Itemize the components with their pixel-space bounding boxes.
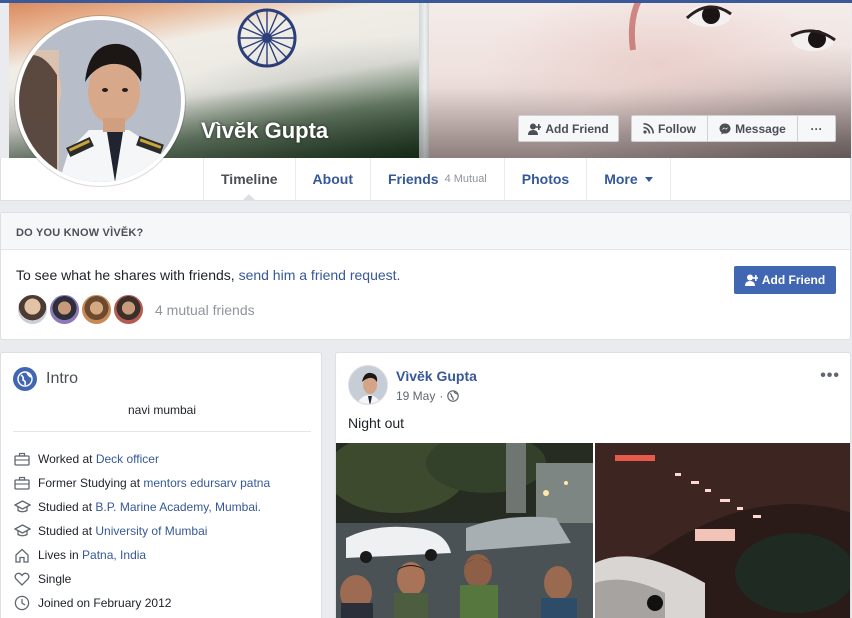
intro-row-text: Worked at bbox=[38, 452, 93, 466]
add-friend-primary-button[interactable]: Add Friend bbox=[734, 266, 836, 294]
intro-row-text: Lives in bbox=[38, 548, 79, 562]
profile-picture[interactable] bbox=[15, 16, 185, 186]
intro-row-link[interactable]: mentors edursarv patna bbox=[143, 476, 270, 490]
top-accent-line bbox=[0, 0, 852, 3]
intro-row-text: Former Studying at bbox=[38, 476, 141, 490]
do-you-know-heading: DO YOU KNOW VÌVĔK? bbox=[1, 213, 850, 250]
ellipsis-icon: ··· bbox=[810, 121, 823, 136]
intro-row-link[interactable]: Patna, India bbox=[82, 548, 146, 562]
tab-timeline-label: Timeline bbox=[221, 171, 278, 187]
post-author[interactable]: Vìvĕk Gupta bbox=[396, 368, 477, 384]
clock-icon bbox=[13, 594, 31, 612]
intro-row-link[interactable]: B.P. Marine Academy, Mumbai. bbox=[95, 500, 261, 514]
intro-details-list: Worked at Deck officer Former Studying a… bbox=[13, 447, 270, 615]
mutual-friends-link[interactable]: 4 mutual friends bbox=[155, 302, 255, 318]
intro-card: Intro navi mumbai Worked at Deck officer… bbox=[0, 352, 322, 618]
mutual-friend-avatar[interactable] bbox=[112, 293, 145, 326]
chevron-down-icon bbox=[644, 176, 653, 182]
post-text: Night out bbox=[348, 415, 405, 431]
tab-friends[interactable]: Friends 4 Mutual bbox=[369, 158, 504, 200]
avatar-portrait-graphic bbox=[19, 20, 181, 182]
graduation-cap-icon bbox=[13, 498, 31, 516]
avatar bbox=[19, 20, 181, 182]
timeline-post: Vìvĕk Gupta 19 May · ••• Night out bbox=[335, 352, 851, 618]
messenger-icon bbox=[719, 123, 731, 134]
add-friend-label: Add Friend bbox=[545, 121, 609, 136]
message-button[interactable]: Message bbox=[708, 116, 798, 141]
friend-request-prompt: To see what he shares with friends, send… bbox=[16, 267, 400, 283]
intro-bio: navi mumbai bbox=[127, 403, 197, 417]
cover-eye-graphic bbox=[685, 5, 732, 27]
heart-icon bbox=[13, 570, 31, 588]
follow-label: Follow bbox=[658, 121, 696, 136]
briefcase-icon bbox=[13, 474, 31, 492]
globe-icon bbox=[13, 367, 37, 391]
mutual-friend-avatar[interactable] bbox=[16, 293, 49, 326]
home-icon bbox=[13, 546, 31, 564]
intro-row-lives: Lives in Patna, India bbox=[13, 543, 270, 567]
intro-divider bbox=[13, 431, 311, 432]
intro-row-text: Studied at bbox=[38, 524, 93, 538]
night-group-photo-graphic bbox=[336, 443, 593, 618]
night-street-photo-graphic bbox=[595, 443, 850, 618]
tab-more-label: More bbox=[604, 171, 638, 187]
intro-row-education: Studied at University of Mumbai bbox=[13, 519, 270, 543]
intro-row-link[interactable]: University of Mumbai bbox=[95, 524, 207, 538]
post-date[interactable]: 19 May bbox=[396, 389, 435, 403]
add-friend-primary-label: Add Friend bbox=[761, 273, 826, 287]
intro-row-text: Single bbox=[38, 572, 72, 586]
cover-eye-graphic bbox=[790, 29, 836, 51]
post-photo[interactable] bbox=[336, 443, 593, 618]
post-meta: 19 May · bbox=[396, 389, 460, 403]
meta-separator: · bbox=[439, 389, 444, 403]
tab-more[interactable]: More bbox=[586, 158, 671, 200]
follow-button[interactable]: Follow bbox=[632, 116, 708, 141]
intro-row-relationship: Single bbox=[13, 567, 270, 591]
tab-timeline[interactable]: Timeline bbox=[203, 158, 295, 201]
do-you-know-card: DO YOU KNOW VÌVĔK? To see what he shares… bbox=[0, 212, 851, 340]
tab-about-label: About bbox=[312, 171, 353, 187]
profile-actions-group: Follow Message ··· bbox=[631, 115, 836, 142]
rss-icon bbox=[643, 123, 654, 134]
public-globe-icon[interactable] bbox=[447, 390, 460, 402]
intro-row-education: Studied at B.P. Marine Academy, Mumbai. bbox=[13, 495, 270, 519]
profile-name[interactable]: Vìvĕk Gupta bbox=[201, 118, 328, 144]
mutual-friend-avatar[interactable] bbox=[48, 293, 81, 326]
tab-friends-label: Friends bbox=[387, 171, 439, 187]
post-options-icon[interactable]: ••• bbox=[820, 367, 840, 385]
tab-about[interactable]: About bbox=[294, 158, 370, 200]
add-person-icon bbox=[744, 274, 758, 286]
mutual-friend-avatar[interactable] bbox=[80, 293, 113, 326]
briefcase-icon bbox=[13, 450, 31, 468]
tab-photos-label: Photos bbox=[521, 171, 570, 187]
message-label: Message bbox=[735, 121, 786, 136]
more-options-button[interactable]: ··· bbox=[798, 116, 835, 141]
avatar[interactable] bbox=[348, 365, 388, 405]
post-photo[interactable] bbox=[595, 443, 850, 618]
mutual-friends-row[interactable]: 4 mutual friends bbox=[16, 293, 255, 326]
intro-heading: Intro bbox=[13, 367, 78, 391]
prompt-text: To see what he shares with friends, bbox=[16, 267, 235, 283]
tab-photos[interactable]: Photos bbox=[503, 158, 586, 200]
intro-row-text: Studied at bbox=[38, 500, 93, 514]
intro-row-study: Former Studying at mentors edursarv patn… bbox=[13, 471, 270, 495]
intro-row-link[interactable]: Deck officer bbox=[96, 452, 159, 466]
intro-row-text: Joined on February 2012 bbox=[38, 596, 172, 610]
intro-row-work: Worked at Deck officer bbox=[13, 447, 270, 471]
add-friend-button[interactable]: Add Friend bbox=[518, 115, 619, 142]
send-friend-request-link[interactable]: send him a friend request. bbox=[239, 267, 401, 283]
intro-row-joined: Joined on February 2012 bbox=[13, 591, 270, 615]
graduation-cap-icon bbox=[13, 522, 31, 540]
mutual-count: 4 Mutual bbox=[444, 173, 487, 185]
intro-title-text: Intro bbox=[46, 370, 79, 387]
add-person-icon bbox=[528, 123, 542, 135]
